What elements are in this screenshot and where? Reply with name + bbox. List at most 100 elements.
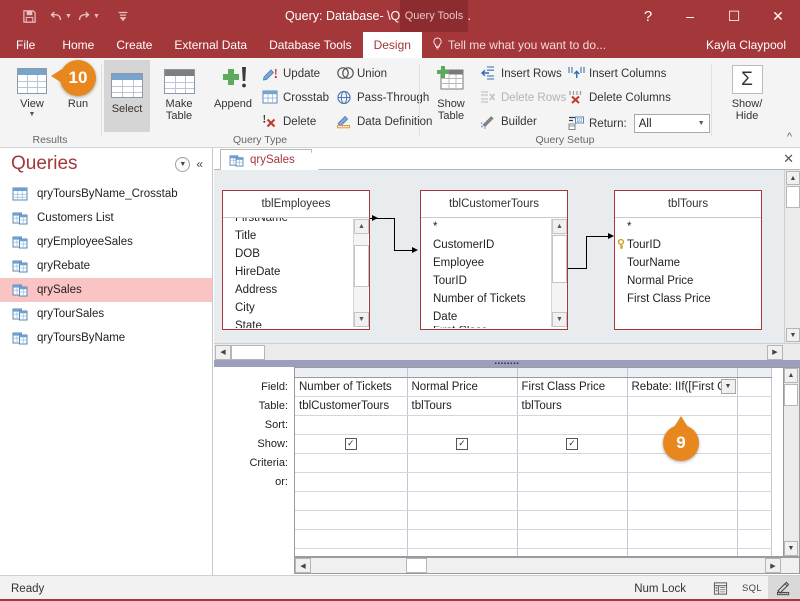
- criteria-cell[interactable]: [737, 453, 772, 473]
- scroll-up-icon[interactable]: ▲: [784, 368, 798, 383]
- update-query-button[interactable]: Update: [262, 66, 320, 82]
- chevron-down-icon[interactable]: ▼: [720, 378, 736, 394]
- nav-pane-menu-icon[interactable]: ▼: [175, 156, 191, 172]
- select-query-button[interactable]: Select: [104, 60, 150, 132]
- scroll-thumb[interactable]: [231, 344, 265, 360]
- table-cell[interactable]: tblTours: [517, 396, 628, 416]
- sort-cell[interactable]: [295, 415, 408, 435]
- field-row[interactable]: Normal Price: [615, 272, 761, 290]
- table-cell[interactable]: tblCustomerTours: [295, 396, 408, 416]
- field-row[interactable]: *: [615, 218, 761, 236]
- show-table-button[interactable]: Show Table: [426, 62, 476, 128]
- maximize-button[interactable]: ☐: [712, 0, 756, 32]
- field-cell[interactable]: First Class Price: [517, 377, 628, 397]
- grid-row-or[interactable]: [295, 472, 772, 492]
- criteria-cell[interactable]: [517, 453, 628, 473]
- field-row[interactable]: State: [223, 317, 369, 328]
- field-row[interactable]: Date: [421, 308, 567, 326]
- collapse-ribbon-icon[interactable]: ^: [787, 131, 792, 143]
- table-cell[interactable]: [627, 396, 738, 416]
- grid-row-empty[interactable]: [295, 548, 772, 556]
- chevron-down-icon[interactable]: ▼: [698, 120, 705, 127]
- show-cell[interactable]: ✓: [407, 434, 518, 454]
- field-row[interactable]: First Class Price: [615, 290, 761, 308]
- append-button[interactable]: Append: [206, 62, 260, 128]
- sort-cell[interactable]: [517, 415, 628, 435]
- datasheet-view-icon[interactable]: [704, 576, 736, 601]
- scroll-down-icon[interactable]: ▼: [784, 541, 798, 556]
- column-selector[interactable]: [737, 368, 772, 378]
- close-button[interactable]: ✕: [756, 0, 800, 32]
- data-definition-button[interactable]: Data Definition: [336, 114, 432, 130]
- field-row[interactable]: *: [421, 218, 567, 236]
- table-box-tblEmployees[interactable]: tblEmployees FirstName Title DOB HireDat…: [222, 190, 370, 330]
- grid-row-empty[interactable]: [295, 529, 772, 549]
- scroll-right-icon[interactable]: ▶: [765, 558, 781, 573]
- join-line-employees-customertours[interactable]: [370, 218, 420, 258]
- field-cell-active[interactable]: Rebate: IIf([First Cl ▼: [627, 377, 738, 397]
- collapse-nav-pane-icon[interactable]: «: [196, 157, 203, 171]
- grid-row-criteria[interactable]: [295, 453, 772, 473]
- scroll-up-icon[interactable]: ▲: [552, 219, 567, 234]
- field-row-key[interactable]: TourID: [615, 236, 761, 254]
- grid-row-empty[interactable]: [295, 510, 772, 530]
- redo-dropdown-icon[interactable]: ▼: [93, 13, 100, 20]
- tab-home[interactable]: Home: [51, 32, 105, 58]
- delete-query-button[interactable]: Delete: [262, 114, 316, 130]
- grid-cells[interactable]: Number of Tickets Normal Price First Cla…: [294, 367, 784, 557]
- delete-columns-button[interactable]: Delete Columns: [568, 90, 671, 106]
- tell-me-search[interactable]: Tell me what you want to do...: [422, 32, 616, 58]
- show-checkbox[interactable]: ✓: [344, 437, 357, 450]
- design-view-icon[interactable]: [768, 575, 800, 601]
- field-cell[interactable]: Number of Tickets: [295, 377, 408, 397]
- field-row[interactable]: Employee: [421, 254, 567, 272]
- nav-item-Customers-List[interactable]: Customers List: [0, 206, 212, 230]
- tab-file[interactable]: File: [0, 32, 51, 58]
- table-field-list[interactable]: * TourID TourName Normal Price First Cla…: [615, 218, 761, 328]
- undo-dropdown-icon[interactable]: ▼: [65, 13, 72, 20]
- show-checkbox[interactable]: ✓: [566, 437, 578, 450]
- grid-row-empty[interactable]: [295, 491, 772, 511]
- union-query-button[interactable]: Union: [336, 66, 387, 82]
- column-selector[interactable]: [295, 368, 408, 378]
- nav-item-qryTourSales[interactable]: qryTourSales: [0, 302, 212, 326]
- field-row[interactable]: TourName: [615, 254, 761, 272]
- document-tab-qrySales[interactable]: qrySales: [220, 149, 319, 171]
- grid-row-sort[interactable]: [295, 415, 772, 435]
- pass-through-button[interactable]: Pass-Through: [336, 90, 429, 106]
- field-row[interactable]: City: [223, 299, 369, 317]
- field-row[interactable]: Number of Tickets: [421, 290, 567, 308]
- tab-create[interactable]: Create: [105, 32, 163, 58]
- field-cell[interactable]: [737, 377, 772, 397]
- grid-vertical-scrollbar[interactable]: ▲ ▼: [784, 367, 800, 557]
- diagram-horizontal-scrollbar[interactable]: ◀ ▶: [214, 343, 800, 360]
- table-scrollbar[interactable]: ▲ ▼: [551, 219, 567, 327]
- grid-horizontal-scrollbar[interactable]: ◀ ▶: [294, 557, 800, 574]
- crosstab-query-button[interactable]: Crosstab: [262, 90, 329, 106]
- return-combobox[interactable]: All ▼: [633, 114, 710, 133]
- scroll-down-icon[interactable]: ▼: [786, 328, 800, 342]
- scroll-left-icon[interactable]: ◀: [295, 558, 311, 573]
- or-cell[interactable]: [737, 472, 772, 492]
- tab-external-data[interactable]: External Data: [163, 32, 258, 58]
- field-row[interactable]: Title: [223, 227, 369, 245]
- sort-cell[interactable]: [407, 415, 518, 435]
- sort-cell[interactable]: [737, 415, 772, 435]
- undo-icon[interactable]: [46, 3, 66, 29]
- field-row[interactable]: DOB: [223, 245, 369, 263]
- show-cell[interactable]: [737, 434, 772, 454]
- column-selector[interactable]: [627, 368, 738, 378]
- field-row[interactable]: Address: [223, 281, 369, 299]
- save-icon[interactable]: [14, 3, 44, 29]
- close-document-icon[interactable]: ✕: [783, 151, 794, 167]
- field-row[interactable]: CustomerID: [421, 236, 567, 254]
- grid-column-selector-row[interactable]: [295, 368, 772, 378]
- grid-row-show[interactable]: ✓ ✓ ✓: [295, 434, 772, 454]
- field-cell[interactable]: Normal Price: [407, 377, 518, 397]
- scroll-up-icon[interactable]: ▲: [786, 171, 800, 185]
- scroll-up-icon[interactable]: ▲: [354, 219, 369, 234]
- nav-item-qrySales[interactable]: qrySales: [0, 278, 212, 302]
- table-box-tblTours[interactable]: tblTours * TourID TourName Normal Price …: [614, 190, 762, 330]
- scroll-thumb[interactable]: [552, 235, 567, 283]
- field-row[interactable]: FirstName: [223, 218, 369, 227]
